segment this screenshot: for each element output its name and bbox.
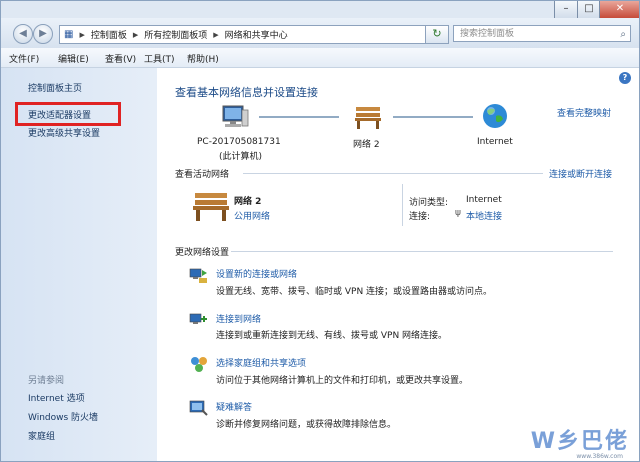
- see-also-firewall[interactable]: Windows 防火墙: [28, 410, 98, 423]
- access-type-value: Internet: [466, 195, 502, 205]
- divider: [231, 251, 613, 252]
- forward-button[interactable]: ▶: [33, 24, 53, 44]
- connect-disconnect-link[interactable]: 连接或断开连接: [549, 167, 612, 180]
- see-also-homegroup[interactable]: 家庭组: [28, 429, 55, 442]
- task-troubleshoot-link[interactable]: 疑难解答: [216, 400, 252, 413]
- see-also-internet-options[interactable]: Internet 选项: [28, 391, 85, 404]
- window: – □ ✕ ◀ ▶ ▦ ▶ 控制面板 ▶ 所有控制面板项 ▶ 网络和共享中心 ▼…: [0, 0, 640, 462]
- see-also-heading: 另请参阅: [28, 376, 65, 386]
- control-panel-icon: ▦: [64, 29, 74, 40]
- breadcrumb-separator-icon: ▶: [213, 30, 219, 39]
- menu-bar: 文件(F) 编辑(E) 查看(V) 工具(T) 帮助(H): [1, 48, 639, 68]
- task-troubleshoot-desc: 诊断并修复网络问题，或获得故障排除信息。: [216, 420, 397, 430]
- view-full-map-link[interactable]: 查看完整映射: [557, 106, 611, 119]
- breadcrumb-network-center[interactable]: 网络和共享中心: [225, 28, 288, 41]
- sidebar-advanced-sharing-link[interactable]: 更改高级共享设置: [28, 126, 100, 139]
- pc-subtitle: (此计算机): [219, 152, 263, 162]
- address-bar[interactable]: ▦ ▶ 控制面板 ▶ 所有控制面板项 ▶ 网络和共享中心 ▼: [59, 25, 448, 44]
- menu-view[interactable]: 查看(V): [105, 52, 136, 65]
- breadcrumb-all-items[interactable]: 所有控制面板项: [144, 28, 207, 41]
- connection-line-icon: [259, 116, 339, 118]
- network-type-link[interactable]: 公用网络: [234, 209, 270, 222]
- change-settings-heading: 更改网络设置: [175, 248, 230, 258]
- watermark-url: www.386w.com: [576, 453, 623, 460]
- sidebar-home-link[interactable]: 控制面板主页: [28, 81, 82, 94]
- page-title: 查看基本网络信息并设置连接: [175, 86, 318, 99]
- active-networks-heading: 查看活动网络: [175, 170, 230, 180]
- globe-icon: [483, 104, 507, 128]
- pc-name: PC-201705081731: [197, 137, 281, 147]
- task-homegroup-link[interactable]: 选择家庭组和共享选项: [216, 356, 306, 369]
- vertical-divider: [402, 184, 403, 226]
- breadcrumb-separator-icon: ▶: [132, 30, 139, 39]
- navigation-bar: ◀ ▶ ▦ ▶ 控制面板 ▶ 所有控制面板项 ▶ 网络和共享中心 ▼ ↻ 搜索控…: [1, 18, 639, 48]
- access-type-label: 访问类型:: [409, 198, 449, 208]
- highlight-box: [15, 102, 121, 126]
- search-icon[interactable]: ⌕: [620, 26, 626, 43]
- menu-tools[interactable]: 工具(T): [144, 52, 175, 65]
- task-new-connection-desc: 设置无线、宽带、拨号、临时或 VPN 连接；或设置路由器或访问点。: [216, 287, 493, 297]
- search-input[interactable]: 搜索控制面板 ⌕: [453, 25, 631, 42]
- menu-edit[interactable]: 编辑(E): [58, 52, 89, 65]
- task-connect-network-desc: 连接到或重新连接到无线、有线、拨号或 VPN 网络连接。: [216, 331, 448, 341]
- breadcrumb-separator-icon: ▶: [79, 30, 85, 39]
- network-node-label: 网络 2: [353, 140, 380, 150]
- ethernet-icon: ψ: [455, 208, 461, 218]
- troubleshoot-icon: [189, 400, 208, 416]
- breadcrumb-control-panel[interactable]: 控制面板: [91, 28, 127, 41]
- minimize-button[interactable]: –: [554, 1, 578, 19]
- computer-icon: [222, 105, 249, 127]
- task-new-connection-link[interactable]: 设置新的连接或网络: [216, 267, 297, 280]
- bench-network-icon: [193, 193, 229, 221]
- menu-file[interactable]: 文件(F): [9, 52, 39, 65]
- bench-network-icon: [355, 107, 381, 129]
- new-connection-icon: [189, 268, 207, 283]
- homegroup-icon: [191, 357, 207, 372]
- internet-node-label: Internet: [477, 137, 513, 147]
- back-button[interactable]: ◀: [13, 24, 33, 44]
- network-name: 网络 2: [234, 197, 262, 207]
- task-connect-network-link[interactable]: 连接到网络: [216, 312, 261, 325]
- connection-line-icon: [393, 116, 473, 118]
- close-button[interactable]: ✕: [599, 1, 639, 19]
- search-placeholder: 搜索控制面板: [460, 29, 515, 39]
- menu-help[interactable]: 帮助(H): [187, 52, 219, 65]
- connections-label: 连接:: [409, 212, 431, 222]
- task-homegroup-desc: 访问位于其他网络计算机上的文件和打印机，或更改共享设置。: [216, 376, 469, 386]
- connect-network-icon: [189, 313, 207, 324]
- maximize-button[interactable]: □: [577, 1, 601, 19]
- help-icon[interactable]: ?: [619, 72, 631, 84]
- refresh-icon[interactable]: ↻: [425, 25, 449, 44]
- main-pane: ? 查看基本网络信息并设置连接 查看完整映射 PC-201705081731 (…: [157, 68, 639, 461]
- watermark-logo: W乡巴佬: [530, 429, 629, 454]
- local-connection-link[interactable]: 本地连接: [466, 209, 502, 222]
- divider: [243, 173, 543, 174]
